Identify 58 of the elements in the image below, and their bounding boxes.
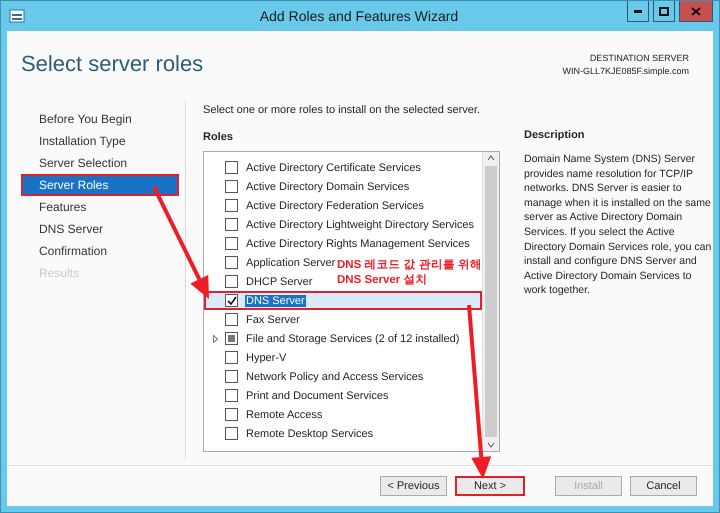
role-row[interactable]: File and Storage Services (2 of 12 installed) bbox=[204, 329, 462, 348]
role-row[interactable]: Remote Desktop Services bbox=[204, 424, 376, 443]
destination-server: WIN-GLL7KJE085F.simple.com bbox=[562, 66, 689, 76]
checkbox[interactable] bbox=[225, 180, 238, 193]
window-title: Add Roles and Features Wizard bbox=[258, 8, 460, 24]
destination-label: DESTINATION SERVER bbox=[590, 53, 689, 63]
expand-icon[interactable] bbox=[213, 334, 218, 342]
role-row[interactable]: Active Directory Certificate Services bbox=[204, 158, 424, 177]
role-row[interactable]: Hyper-V bbox=[204, 348, 290, 367]
nav-item[interactable]: Features bbox=[21, 196, 179, 218]
role-row[interactable]: DNS Server bbox=[204, 291, 482, 310]
role-row[interactable]: Remote Access bbox=[204, 405, 326, 424]
checkbox[interactable] bbox=[225, 218, 238, 231]
close-button[interactable] bbox=[679, 1, 713, 22]
roles-heading: Roles bbox=[203, 131, 233, 143]
nav-item[interactable]: Installation Type bbox=[21, 130, 179, 152]
checkbox[interactable] bbox=[225, 313, 238, 326]
role-row[interactable]: Active Directory Domain Services bbox=[204, 177, 412, 196]
checkbox[interactable] bbox=[225, 275, 238, 288]
wizard-button[interactable]: Next > bbox=[455, 476, 525, 496]
checkbox[interactable] bbox=[225, 389, 238, 402]
maximize-icon[interactable] bbox=[659, 6, 669, 16]
role-row[interactable]: Fax Server bbox=[204, 310, 303, 329]
role-row[interactable]: Active Directory Federation Services bbox=[204, 196, 427, 215]
checkbox[interactable] bbox=[225, 332, 238, 345]
instruction-text: Select one or more roles to install on the selected server. bbox=[203, 104, 481, 116]
minimize-button[interactable] bbox=[627, 1, 649, 22]
checkbox[interactable] bbox=[225, 351, 238, 364]
scrollbar[interactable] bbox=[482, 152, 499, 451]
role-row[interactable]: DHCP Server bbox=[204, 272, 316, 291]
nav-item[interactable]: Server Selection bbox=[21, 152, 179, 174]
checkbox[interactable] bbox=[225, 237, 238, 250]
role-row[interactable]: Active Directory Rights Management Services bbox=[204, 234, 473, 253]
role-row[interactable]: Network Policy and Access Services bbox=[204, 367, 426, 386]
checkbox[interactable] bbox=[225, 199, 238, 212]
role-row[interactable]: Application Server bbox=[204, 253, 338, 272]
checkbox[interactable] bbox=[225, 256, 238, 269]
wizard-button[interactable]: < Previous bbox=[380, 476, 447, 496]
role-row[interactable]: Print and Document Services bbox=[204, 386, 392, 405]
checkbox[interactable] bbox=[225, 370, 238, 383]
description-text: Domain Name System (DNS) Server provides name resolution for TCP/IP networks. DNS Server is easier to manage when it is installed on the same server as Active Directory Domain Services. If you select the Active Directory Domain Services role, you can install and configure DNS Server and Active Directory Domain Services to work together. bbox=[524, 152, 712, 298]
nav-item[interactable]: Before You Begin bbox=[21, 108, 179, 130]
server-manager-icon bbox=[9, 9, 25, 23]
nav-item[interactable]: Confirmation bbox=[21, 240, 179, 262]
checkbox[interactable] bbox=[225, 294, 238, 307]
page-title: Select server roles bbox=[21, 51, 204, 78]
checkbox[interactable] bbox=[225, 427, 238, 440]
role-row[interactable]: Active Directory Lightweight Directory Services bbox=[204, 215, 478, 234]
close-icon[interactable] bbox=[691, 6, 701, 16]
checkbox[interactable] bbox=[225, 408, 238, 421]
checkbox[interactable] bbox=[225, 161, 238, 174]
description-heading: Description bbox=[524, 129, 585, 141]
annotation-text: DNS 레코드 값 관리를 위해 DNS Server 설치 bbox=[337, 258, 484, 288]
wizard-button[interactable]: Cancel bbox=[630, 476, 697, 496]
nav-item[interactable]: Server Roles bbox=[21, 174, 179, 196]
minimize-icon[interactable] bbox=[634, 10, 642, 12]
maximize-button[interactable] bbox=[653, 1, 675, 22]
nav-item[interactable]: DNS Server bbox=[21, 218, 179, 240]
